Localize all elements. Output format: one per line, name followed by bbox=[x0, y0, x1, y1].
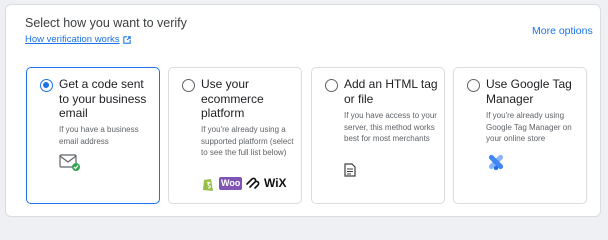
option-description: If you have access to your server, this … bbox=[344, 111, 437, 143]
option-ecommerce-platform[interactable]: Use your ecommerce platform If you're al… bbox=[168, 67, 302, 204]
how-verification-works-link[interactable]: How verification works bbox=[25, 34, 131, 45]
radio-business-email[interactable] bbox=[40, 79, 53, 92]
option-title: Use Google Tag Manager bbox=[486, 77, 572, 106]
squarespace-logo bbox=[246, 177, 260, 189]
help-link-label: How verification works bbox=[25, 34, 120, 45]
option-description: If you have a business email address bbox=[59, 125, 139, 146]
more-options-link[interactable]: More options bbox=[532, 25, 593, 37]
option-google-tag-manager[interactable]: Use Google Tag Manager If you're already… bbox=[453, 67, 587, 204]
wix-logo: WiX bbox=[264, 176, 287, 190]
envelope-check-icon bbox=[59, 154, 80, 171]
option-description: If you're already using a supported plat… bbox=[201, 125, 294, 157]
option-html-tag[interactable]: Add an HTML tag or file If you have acce… bbox=[311, 67, 445, 204]
option-business-email[interactable]: Get a code sent to your business email I… bbox=[26, 67, 160, 204]
section-title: Select how you want to verify bbox=[25, 16, 187, 30]
radio-html-tag[interactable] bbox=[325, 79, 338, 92]
option-title: Add an HTML tag or file bbox=[344, 77, 438, 106]
shopify-logo bbox=[203, 179, 213, 191]
radio-google-tag-manager[interactable] bbox=[467, 79, 480, 92]
option-description: If you're already using Google Tag Manag… bbox=[486, 111, 572, 143]
woocommerce-logo: Woo bbox=[219, 177, 243, 190]
verification-card: Select how you want to verify How verifi… bbox=[5, 4, 601, 217]
file-icon bbox=[344, 163, 356, 177]
radio-ecommerce-platform[interactable] bbox=[182, 79, 195, 92]
option-title: Get a code sent to your business email bbox=[59, 77, 147, 120]
option-title: Use your ecommerce platform bbox=[201, 77, 264, 120]
tag-manager-icon bbox=[488, 154, 504, 171]
external-link-icon bbox=[122, 35, 131, 44]
